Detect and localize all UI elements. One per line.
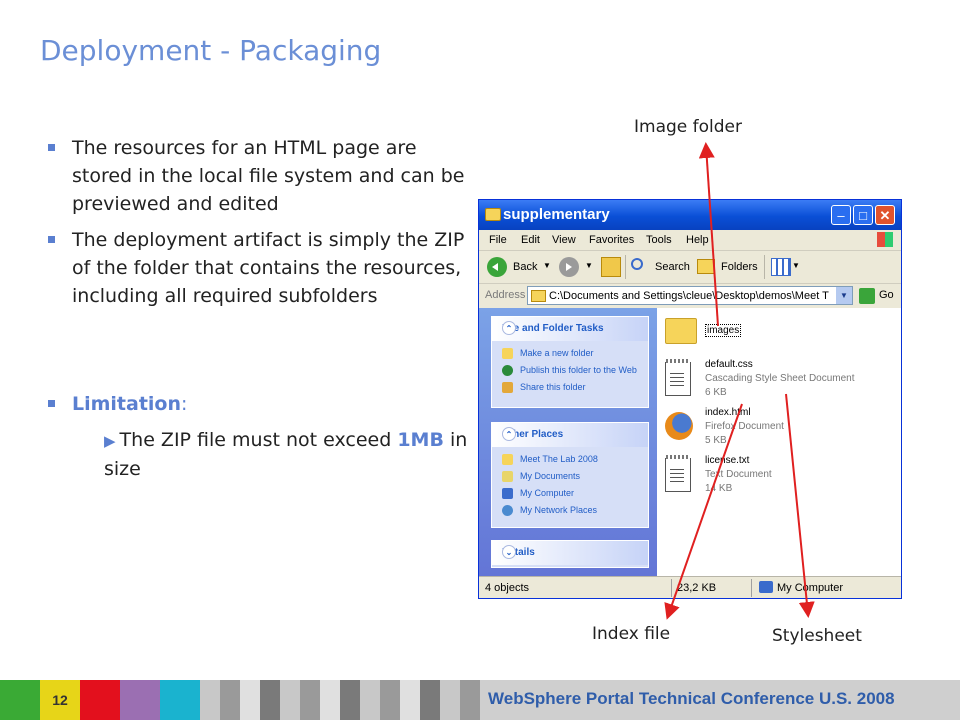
footer-photo-strip	[200, 680, 480, 720]
page-number: 12	[40, 680, 80, 720]
footer-color-stripe	[120, 680, 160, 720]
footer-color-stripe	[0, 680, 40, 720]
footer-color-stripe	[80, 680, 120, 720]
arrow-to-index-file	[664, 403, 743, 620]
arrow-to-stylesheet	[785, 393, 815, 618]
arrow-to-image-folder	[698, 142, 719, 327]
conference-name: WebSphere Portal Technical Conference U.…	[488, 689, 895, 708]
footer-color-stripe	[160, 680, 200, 720]
footer-bar: 12 WebSphere Portal Technical Conference…	[0, 680, 960, 720]
callout-arrows	[664, 142, 815, 620]
